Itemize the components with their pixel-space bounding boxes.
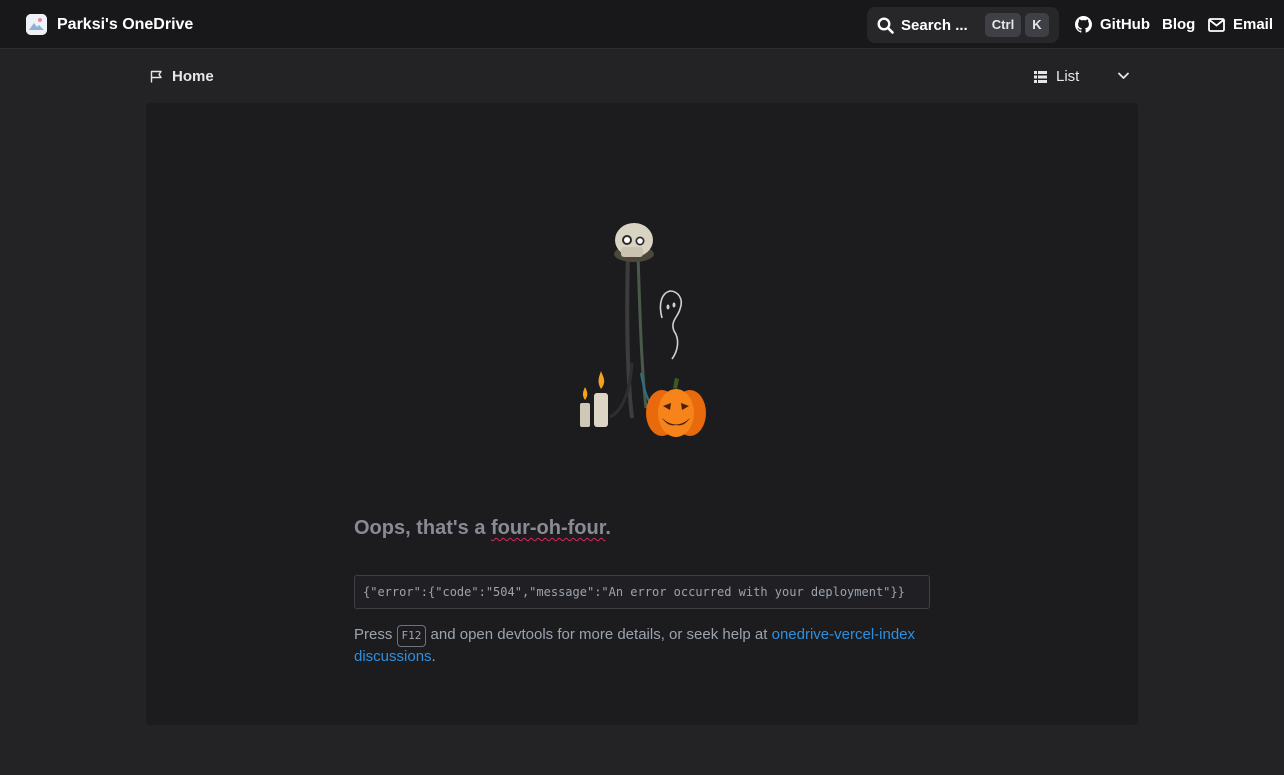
search-label: Search ... (901, 17, 968, 34)
email-link[interactable]: Email (1208, 16, 1273, 33)
headline-emphasis: four-oh-four (491, 517, 606, 539)
help-suffix: . (431, 648, 436, 665)
layout-switcher[interactable]: List (1034, 68, 1079, 85)
help-middle: and open devtools for more details, or s… (426, 626, 772, 643)
site-logo-icon (26, 14, 47, 35)
error-card: Oops, that's a four-oh-four. {"error":{"… (146, 103, 1138, 725)
blog-label: Blog (1162, 16, 1196, 33)
layout-switcher-label: List (1056, 68, 1080, 85)
headline-prefix: Oops, that's a (354, 517, 492, 539)
error-headline: Oops, that's a four-oh-four. (354, 517, 611, 540)
shortcut-k-key: K (1025, 13, 1049, 37)
mail-icon (1208, 17, 1225, 32)
chevron-down-icon[interactable] (1117, 69, 1130, 82)
flag-icon (150, 70, 162, 83)
top-navbar: Parksi's OneDrive Search ... Ctrl K GitH… (0, 0, 1284, 49)
f12-key: F12 (396, 625, 427, 647)
error-json-box[interactable]: {"error":{"code":"504","message":"An err… (354, 575, 930, 609)
github-link[interactable]: GitHub (1075, 16, 1150, 33)
halloween-illustration (580, 223, 706, 437)
list-grid-icon (1034, 70, 1047, 83)
breadcrumb-home[interactable]: Home (150, 68, 214, 85)
shortcut-ctrl-key: Ctrl (985, 13, 1021, 37)
site-brand[interactable]: Parksi's OneDrive (26, 14, 193, 35)
github-label: GitHub (1100, 16, 1150, 33)
search-icon (877, 17, 894, 34)
github-icon (1075, 16, 1092, 33)
email-label: Email (1233, 16, 1274, 33)
help-text: Press F12 and open devtools for more det… (354, 625, 954, 667)
help-prefix: Press (354, 626, 397, 643)
blog-link[interactable]: Blog (1162, 16, 1195, 33)
headline-suffix: . (605, 517, 611, 539)
breadcrumb-home-label: Home (172, 68, 214, 85)
search-button[interactable]: Search ... Ctrl K (867, 7, 1059, 43)
site-title: Parksi's OneDrive (57, 15, 194, 33)
